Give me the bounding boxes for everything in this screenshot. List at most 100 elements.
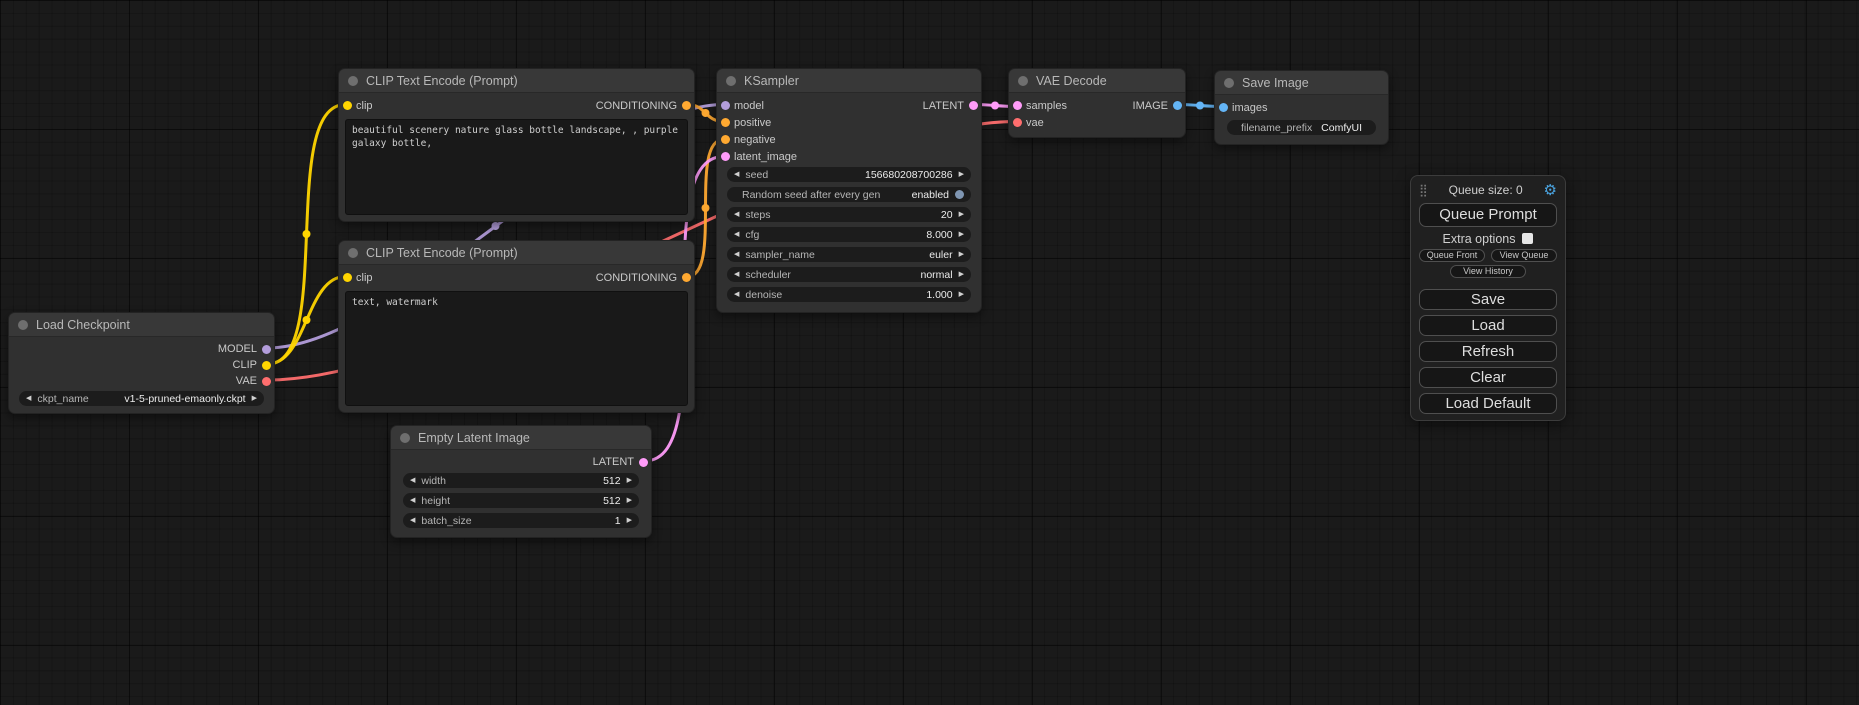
arrow-left-icon[interactable] bbox=[734, 171, 739, 178]
widget-value: enabled bbox=[912, 189, 949, 201]
arrow-right-icon[interactable] bbox=[252, 395, 257, 402]
arrow-left-icon[interactable] bbox=[734, 291, 739, 298]
cfg-widget[interactable]: cfg 8.000 bbox=[727, 227, 971, 242]
node-load-checkpoint[interactable]: Load Checkpoint MODEL CLIP VAE ckpt_name… bbox=[8, 312, 275, 414]
output-slot-latent: LATENT bbox=[717, 97, 981, 114]
widget-label: steps bbox=[745, 209, 770, 221]
image-output-dot[interactable] bbox=[1173, 101, 1182, 110]
node-vae-decode[interactable]: VAE Decode samples vae IMAGE bbox=[1008, 68, 1186, 138]
model-output-dot[interactable] bbox=[262, 345, 271, 354]
node-clip-text-encode-negative[interactable]: CLIP Text Encode (Prompt) clip CONDITION… bbox=[338, 240, 695, 413]
clip-input-dot[interactable] bbox=[343, 101, 352, 110]
latent-input-dot[interactable] bbox=[721, 152, 730, 161]
arrow-left-icon[interactable] bbox=[410, 497, 415, 504]
collapse-dot-icon[interactable] bbox=[18, 320, 28, 330]
scheduler-widget[interactable]: scheduler normal bbox=[727, 267, 971, 282]
node-title-bar[interactable]: VAE Decode bbox=[1009, 69, 1185, 93]
arrow-left-icon[interactable] bbox=[734, 251, 739, 258]
random-seed-toggle-widget[interactable]: Random seed after every gen enabled bbox=[727, 187, 971, 202]
steps-widget[interactable]: steps 20 bbox=[727, 207, 971, 222]
load-default-button[interactable]: Load Default bbox=[1419, 393, 1557, 414]
queue-front-button[interactable]: Queue Front bbox=[1419, 249, 1485, 262]
queue-size-label: Queue size: 0 bbox=[1428, 183, 1544, 197]
filename-prefix-widget[interactable]: filename_prefix ComfyUI bbox=[1227, 120, 1376, 135]
widget-label: denoise bbox=[745, 289, 782, 301]
clip-input-dot[interactable] bbox=[343, 273, 352, 282]
ckpt-name-widget[interactable]: ckpt_name v1-5-pruned-emaonly.ckpt bbox=[19, 391, 264, 406]
wire-midpoint-dot bbox=[1196, 102, 1204, 110]
arrow-right-icon[interactable] bbox=[959, 251, 964, 258]
node-title-bar[interactable]: Empty Latent Image bbox=[391, 426, 651, 450]
node-title: KSampler bbox=[744, 74, 799, 88]
arrow-left-icon[interactable] bbox=[734, 231, 739, 238]
denoise-widget[interactable]: denoise 1.000 bbox=[727, 287, 971, 302]
prompt-textarea[interactable]: beautiful scenery nature glass bottle la… bbox=[345, 119, 688, 215]
vae-input-dot[interactable] bbox=[1013, 118, 1022, 127]
node-title: CLIP Text Encode (Prompt) bbox=[366, 74, 518, 88]
batch-size-widget[interactable]: batch_size 1 bbox=[403, 513, 639, 528]
view-history-button[interactable]: View History bbox=[1450, 265, 1526, 278]
vae-output-dot[interactable] bbox=[262, 377, 271, 386]
node-graph-canvas[interactable]: Load Checkpoint MODEL CLIP VAE ckpt_name… bbox=[0, 0, 1859, 705]
node-title-bar[interactable]: Save Image bbox=[1215, 71, 1388, 95]
clip-output-dot[interactable] bbox=[262, 361, 271, 370]
save-button[interactable]: Save bbox=[1419, 289, 1557, 310]
widget-label: ckpt_name bbox=[37, 393, 88, 405]
wire-midpoint-dot bbox=[492, 222, 500, 230]
collapse-dot-icon[interactable] bbox=[348, 248, 358, 258]
extra-options-checkbox[interactable] bbox=[1522, 233, 1533, 244]
input-slot-negative: negative bbox=[717, 131, 981, 148]
arrow-right-icon[interactable] bbox=[627, 497, 632, 504]
collapse-dot-icon[interactable] bbox=[348, 76, 358, 86]
refresh-button[interactable]: Refresh bbox=[1419, 341, 1557, 362]
arrow-right-icon[interactable] bbox=[959, 171, 964, 178]
collapse-dot-icon[interactable] bbox=[1018, 76, 1028, 86]
arrow-right-icon[interactable] bbox=[959, 211, 964, 218]
latent-output-dot[interactable] bbox=[969, 101, 978, 110]
node-title-bar[interactable]: KSampler bbox=[717, 69, 981, 93]
output-slot-clip: CLIP bbox=[9, 357, 274, 373]
load-button[interactable]: Load bbox=[1419, 315, 1557, 336]
conditioning-input-dot[interactable] bbox=[721, 135, 730, 144]
widget-label: Random seed after every gen bbox=[742, 189, 880, 201]
arrow-right-icon[interactable] bbox=[959, 231, 964, 238]
width-widget[interactable]: width 512 bbox=[403, 473, 639, 488]
toggle-dot-icon[interactable] bbox=[955, 190, 964, 199]
arrow-right-icon[interactable] bbox=[959, 271, 964, 278]
settings-gear-icon[interactable] bbox=[1544, 183, 1557, 198]
prompt-textarea[interactable]: text, watermark bbox=[345, 291, 688, 406]
node-ksampler[interactable]: KSampler model positive negative latent_… bbox=[716, 68, 982, 313]
wire-midpoint-dot bbox=[702, 109, 710, 117]
node-title-bar[interactable]: CLIP Text Encode (Prompt) bbox=[339, 69, 694, 93]
node-empty-latent-image[interactable]: Empty Latent Image LATENT width 512 heig… bbox=[390, 425, 652, 538]
conditioning-output-dot[interactable] bbox=[682, 273, 691, 282]
seed-widget[interactable]: seed 156680208700286 bbox=[727, 167, 971, 182]
node-save-image[interactable]: Save Image images filename_prefix ComfyU… bbox=[1214, 70, 1389, 145]
clear-button[interactable]: Clear bbox=[1419, 367, 1557, 388]
collapse-dot-icon[interactable] bbox=[726, 76, 736, 86]
drag-handle-icon[interactable] bbox=[1419, 183, 1428, 197]
node-title-bar[interactable]: CLIP Text Encode (Prompt) bbox=[339, 241, 694, 265]
conditioning-output-dot[interactable] bbox=[682, 101, 691, 110]
arrow-left-icon[interactable] bbox=[734, 271, 739, 278]
latent-output-dot[interactable] bbox=[639, 458, 648, 467]
arrow-left-icon[interactable] bbox=[734, 211, 739, 218]
collapse-dot-icon[interactable] bbox=[400, 433, 410, 443]
image-input-dot[interactable] bbox=[1219, 103, 1228, 112]
arrow-right-icon[interactable] bbox=[959, 291, 964, 298]
arrow-left-icon[interactable] bbox=[410, 477, 415, 484]
queue-prompt-button[interactable]: Queue Prompt bbox=[1419, 203, 1557, 227]
sampler-name-widget[interactable]: sampler_name euler bbox=[727, 247, 971, 262]
arrow-right-icon[interactable] bbox=[627, 517, 632, 524]
height-widget[interactable]: height 512 bbox=[403, 493, 639, 508]
conditioning-input-dot[interactable] bbox=[721, 118, 730, 127]
input-slot-positive: positive bbox=[717, 114, 981, 131]
view-queue-button[interactable]: View Queue bbox=[1491, 249, 1557, 262]
node-title-bar[interactable]: Load Checkpoint bbox=[9, 313, 274, 337]
arrow-right-icon[interactable] bbox=[627, 477, 632, 484]
slot-row: clip CONDITIONING bbox=[339, 269, 694, 286]
arrow-left-icon[interactable] bbox=[410, 517, 415, 524]
node-clip-text-encode-positive[interactable]: CLIP Text Encode (Prompt) clip CONDITION… bbox=[338, 68, 695, 222]
arrow-left-icon[interactable] bbox=[26, 395, 31, 402]
collapse-dot-icon[interactable] bbox=[1224, 78, 1234, 88]
